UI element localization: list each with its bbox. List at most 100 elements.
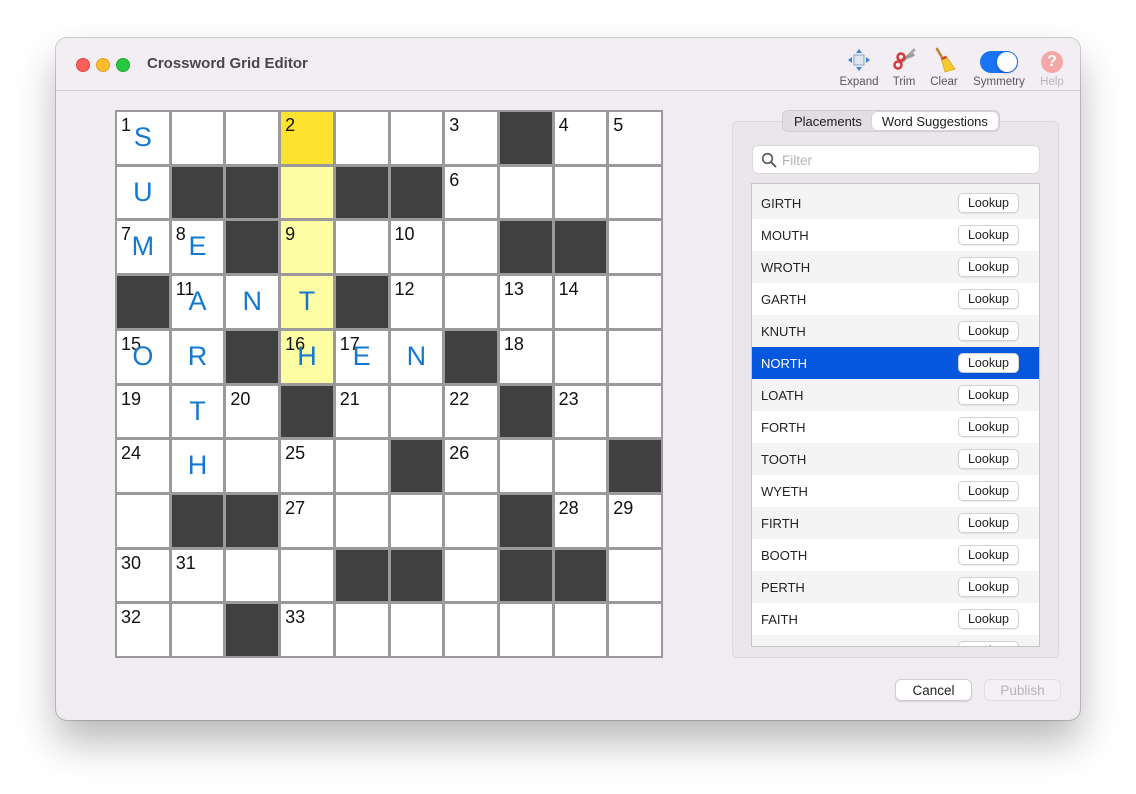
filter-input[interactable] — [780, 150, 1034, 171]
grid-cell[interactable] — [499, 440, 552, 492]
filter-field[interactable] — [752, 145, 1040, 174]
grid-cell[interactable] — [335, 112, 388, 164]
grid-cell[interactable]: 4 — [554, 112, 607, 164]
grid-cell[interactable]: 16 H — [281, 330, 333, 383]
grid-cell[interactable] — [609, 166, 661, 219]
lookup-button[interactable]: Lookup — [957, 257, 1019, 277]
grid-cell[interactable]: 8E — [171, 221, 224, 274]
grid-cell-black[interactable] — [171, 494, 224, 547]
grid-cell[interactable]: 15 O — [117, 330, 169, 383]
word-suggestion-row[interactable]: WROTH Lookup — [752, 251, 1039, 283]
grid-cell[interactable]: 5 — [609, 112, 661, 164]
tab-word-suggestions[interactable]: Word Suggestions — [871, 112, 998, 130]
grid-cell[interactable]: 20 — [226, 385, 279, 438]
grid-cell-black[interactable] — [554, 221, 607, 274]
lookup-button[interactable]: Lookup — [957, 193, 1019, 213]
grid-cell[interactable]: 17 E — [335, 330, 388, 383]
lookup-button[interactable]: Lookup — [957, 225, 1019, 245]
grid-cell[interactable] — [335, 440, 388, 492]
symmetry-switch[interactable] — [980, 50, 1018, 73]
grid-cell-black[interactable] — [226, 604, 279, 656]
lookup-button[interactable]: Lookup — [957, 577, 1019, 597]
grid-cell[interactable] — [554, 440, 607, 492]
minimize-window-button[interactable] — [96, 58, 110, 72]
grid-cell[interactable]: H — [171, 440, 224, 492]
word-suggestions-list[interactable]: GIRTH Lookup MOUTH Lookup WROTH Lookup GARTH Lo… — [751, 183, 1040, 647]
word-suggestion-row[interactable]: NORTH Lookup — [752, 347, 1039, 379]
grid-cell[interactable]: 6 — [445, 166, 497, 219]
grid-cell-black[interactable] — [390, 549, 443, 602]
grid-cell-black[interactable] — [226, 166, 279, 219]
grid-cell[interactable] — [499, 166, 552, 219]
help-button[interactable]: ? Help — [1037, 46, 1067, 88]
lookup-button[interactable]: Lookup — [957, 289, 1019, 309]
symmetry-toggle[interactable]: Symmetry — [970, 46, 1028, 88]
word-suggestion-row[interactable]: Lookup — [752, 635, 1039, 646]
grid-cell[interactable] — [609, 276, 661, 328]
word-suggestion-row[interactable]: KNUTH Lookup — [752, 315, 1039, 347]
grid-cell[interactable] — [390, 604, 443, 656]
grid-cell[interactable]: 21 — [335, 385, 388, 438]
grid-cell-black[interactable] — [499, 385, 552, 438]
lookup-button[interactable]: Lookup — [957, 513, 1019, 533]
grid-cell-black[interactable] — [171, 166, 224, 219]
word-suggestion-row[interactable]: MOUTH Lookup — [752, 219, 1039, 251]
grid-cell[interactable]: 7M — [117, 221, 169, 274]
word-suggestion-row[interactable]: GARTH Lookup — [752, 283, 1039, 315]
grid-cell[interactable] — [609, 604, 661, 656]
grid-cell[interactable]: 2 — [281, 112, 333, 164]
word-suggestion-row[interactable]: PERTH Lookup — [752, 571, 1039, 603]
grid-cell-black[interactable] — [390, 166, 443, 219]
lookup-button[interactable]: Lookup — [957, 481, 1019, 501]
grid-cell[interactable]: 22 — [445, 385, 497, 438]
grid-cell-black[interactable] — [335, 276, 388, 328]
grid-cell[interactable]: 9 — [281, 221, 333, 274]
grid-cell[interactable] — [335, 221, 388, 274]
word-suggestion-row[interactable]: LOATH Lookup — [752, 379, 1039, 411]
grid-cell[interactable]: 30 — [117, 549, 169, 602]
grid-cell[interactable] — [117, 494, 169, 547]
grid-cell[interactable]: 24 — [117, 440, 169, 492]
grid-cell[interactable]: U — [117, 166, 169, 219]
grid-cell[interactable]: 32 — [117, 604, 169, 656]
grid-cell[interactable]: 10 — [390, 221, 443, 274]
grid-cell[interactable] — [171, 604, 224, 656]
grid-cell[interactable]: 27 — [281, 494, 333, 547]
grid-cell[interactable] — [609, 330, 661, 383]
grid-cell[interactable] — [445, 604, 497, 656]
grid-cell[interactable] — [226, 112, 279, 164]
word-suggestion-row[interactable]: FAITH Lookup — [752, 603, 1039, 635]
grid-cell[interactable]: T — [171, 385, 224, 438]
grid-cell-black[interactable] — [226, 221, 279, 274]
grid-cell-black[interactable] — [499, 221, 552, 274]
grid-cell[interactable] — [281, 166, 333, 219]
publish-button[interactable]: Publish — [984, 679, 1061, 701]
grid-cell[interactable] — [499, 604, 552, 656]
grid-cell[interactable] — [609, 385, 661, 438]
grid-cell[interactable]: 23 — [554, 385, 607, 438]
grid-cell[interactable]: 28 — [554, 494, 607, 547]
grid-cell-black[interactable] — [226, 494, 279, 547]
grid-cell[interactable] — [390, 385, 443, 438]
grid-cell[interactable] — [445, 549, 497, 602]
grid-cell[interactable] — [281, 549, 333, 602]
grid-cell[interactable]: N — [226, 276, 279, 328]
word-suggestion-row[interactable]: TOOTH Lookup — [752, 443, 1039, 475]
expand-button[interactable]: Expand — [839, 46, 879, 88]
grid-cell[interactable]: 29 — [609, 494, 661, 547]
word-suggestion-row[interactable]: GIRTH Lookup — [752, 187, 1039, 219]
grid-cell[interactable]: R — [171, 330, 224, 383]
word-suggestion-row[interactable]: WYETH Lookup — [752, 475, 1039, 507]
lookup-button[interactable]: Lookup — [957, 353, 1019, 373]
crossword-grid[interactable]: 1 S 2 3 4 5 U 6 7 M 8 E 9 10 11 A N T 12 13 14 15 O R 16 H 17 E N 18 1… — [115, 110, 663, 658]
grid-cell[interactable]: T — [281, 276, 333, 328]
grid-cell[interactable]: 19 — [117, 385, 169, 438]
grid-cell[interactable]: 12 — [390, 276, 443, 328]
grid-cell[interactable]: 11 A — [171, 276, 224, 328]
tab-placements[interactable]: Placements — [784, 112, 872, 130]
grid-cell[interactable]: 14 — [554, 276, 607, 328]
zoom-window-button[interactable] — [116, 58, 130, 72]
lookup-button[interactable]: Lookup — [957, 609, 1019, 629]
grid-cell-black[interactable] — [609, 440, 661, 492]
grid-cell-black[interactable] — [117, 276, 169, 328]
